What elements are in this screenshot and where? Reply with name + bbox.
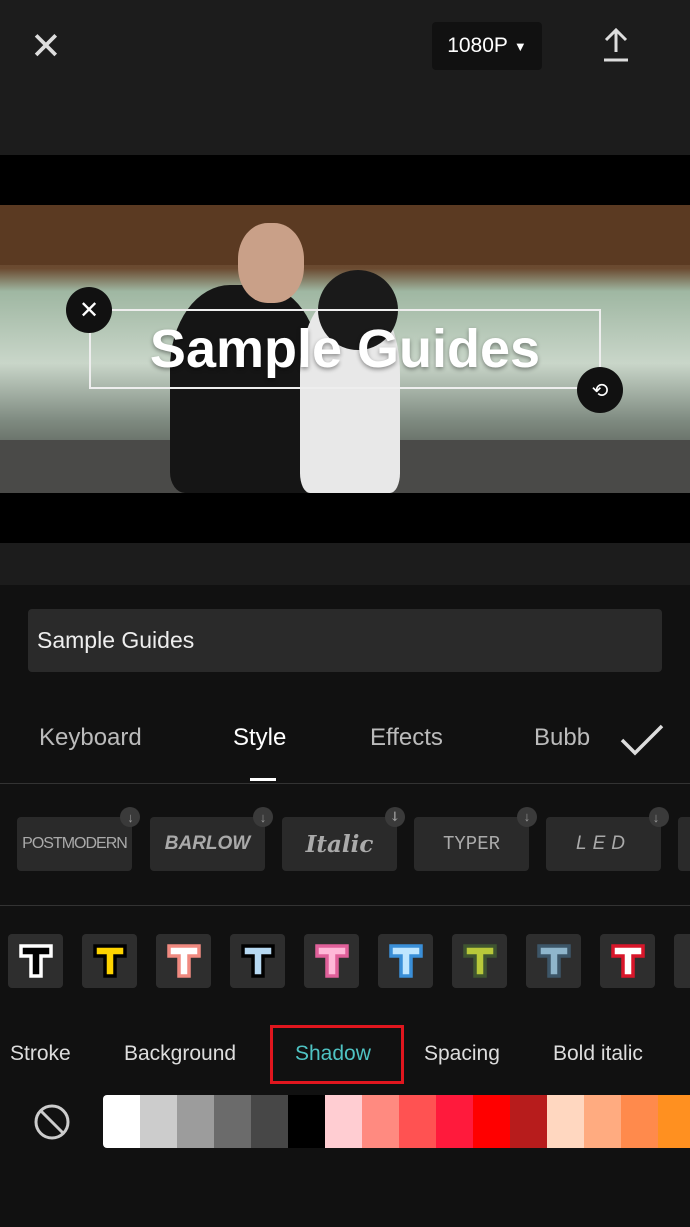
resolution-dropdown[interactable]: 1080P ▼ xyxy=(432,22,542,70)
color-swatch[interactable] xyxy=(473,1095,510,1148)
t-icon xyxy=(240,944,275,978)
text-style-preset[interactable] xyxy=(230,934,285,988)
divider xyxy=(0,905,690,906)
font-italic[interactable]: Italic ↓ xyxy=(282,807,405,871)
option-bold-italic[interactable]: Bold italic xyxy=(553,1042,643,1066)
tab-bubble[interactable]: Bubb xyxy=(534,724,590,752)
font-label: POSTMODERN xyxy=(22,835,128,852)
t-icon xyxy=(610,944,645,978)
color-swatch[interactable] xyxy=(362,1095,399,1148)
resolution-label: 1080P xyxy=(447,34,508,57)
color-swatch[interactable] xyxy=(214,1095,251,1148)
close-icon[interactable]: ✕ xyxy=(30,28,62,66)
divider xyxy=(0,783,690,784)
download-icon: ↓ xyxy=(649,807,669,827)
text-style-preset[interactable] xyxy=(526,934,581,988)
t-icon xyxy=(314,944,349,978)
font-card-partial[interactable] xyxy=(678,817,690,871)
font-label: Italic xyxy=(305,830,374,858)
letterbox-top xyxy=(0,155,690,205)
color-swatch[interactable] xyxy=(288,1095,325,1148)
font-label: BARLOW xyxy=(164,833,251,854)
text-style-preset[interactable] xyxy=(304,934,359,988)
highlight-box xyxy=(270,1025,404,1084)
no-color-icon[interactable] xyxy=(33,1103,71,1141)
text-style-preset[interactable] xyxy=(8,934,63,988)
option-background[interactable]: Background xyxy=(124,1042,236,1066)
t-icon xyxy=(18,944,53,978)
color-swatch[interactable] xyxy=(103,1095,140,1148)
download-icon: ↓ xyxy=(517,807,537,827)
t-icon xyxy=(92,944,127,978)
caret-down-icon: ▼ xyxy=(513,38,527,54)
t-icon xyxy=(462,944,497,978)
option-stroke[interactable]: Stroke xyxy=(10,1042,71,1066)
rotate-scale-icon[interactable]: ⟲ xyxy=(577,367,623,413)
color-swatch[interactable] xyxy=(621,1095,658,1148)
color-swatch[interactable] xyxy=(436,1095,473,1148)
delete-text-icon[interactable]: ✕ xyxy=(66,287,112,333)
font-typer[interactable]: TYPER ↓ xyxy=(414,807,537,871)
t-icon xyxy=(388,944,423,978)
option-spacing[interactable]: Spacing xyxy=(424,1042,500,1066)
color-swatch[interactable] xyxy=(510,1095,547,1148)
font-led[interactable]: LED ↓ xyxy=(546,807,669,871)
color-swatch[interactable] xyxy=(547,1095,584,1148)
t-icon xyxy=(166,944,201,978)
color-swatch[interactable] xyxy=(658,1095,690,1148)
text-style-preset[interactable] xyxy=(82,934,137,988)
text-style-preset[interactable] xyxy=(156,934,211,988)
font-label: TYPER xyxy=(442,833,500,855)
text-style-preset[interactable] xyxy=(452,934,507,988)
color-swatch[interactable] xyxy=(584,1095,621,1148)
color-swatch[interactable] xyxy=(325,1095,362,1148)
font-postmodern[interactable]: POSTMODERN ↓ xyxy=(17,807,140,871)
download-icon: ↓ xyxy=(120,807,140,827)
tab-effects[interactable]: Effects xyxy=(370,724,443,752)
font-barlow[interactable]: BARLOW ↓ xyxy=(150,807,273,871)
top-bar xyxy=(0,0,690,155)
overlay-text[interactable]: Sample Guides xyxy=(89,309,601,389)
text-style-preset-partial[interactable] xyxy=(674,934,690,988)
font-label: LED xyxy=(576,833,631,854)
timeline-gap xyxy=(0,543,690,585)
tab-style[interactable]: Style xyxy=(233,724,286,752)
export-icon[interactable] xyxy=(602,27,630,62)
download-icon: ↓ xyxy=(253,807,273,827)
color-swatch[interactable] xyxy=(399,1095,436,1148)
text-style-preset[interactable] xyxy=(600,934,655,988)
color-swatch[interactable] xyxy=(251,1095,288,1148)
t-icon xyxy=(536,944,571,978)
color-swatch[interactable] xyxy=(140,1095,177,1148)
confirm-check-icon[interactable] xyxy=(620,724,664,756)
letterbox-bottom xyxy=(0,493,690,543)
text-input[interactable]: Sample Guides xyxy=(28,609,662,672)
tab-keyboard[interactable]: Keyboard xyxy=(39,724,142,752)
color-swatch[interactable] xyxy=(177,1095,214,1148)
active-tab-indicator xyxy=(250,778,276,781)
download-icon: ↓ xyxy=(385,807,405,827)
text-style-preset[interactable] xyxy=(378,934,433,988)
